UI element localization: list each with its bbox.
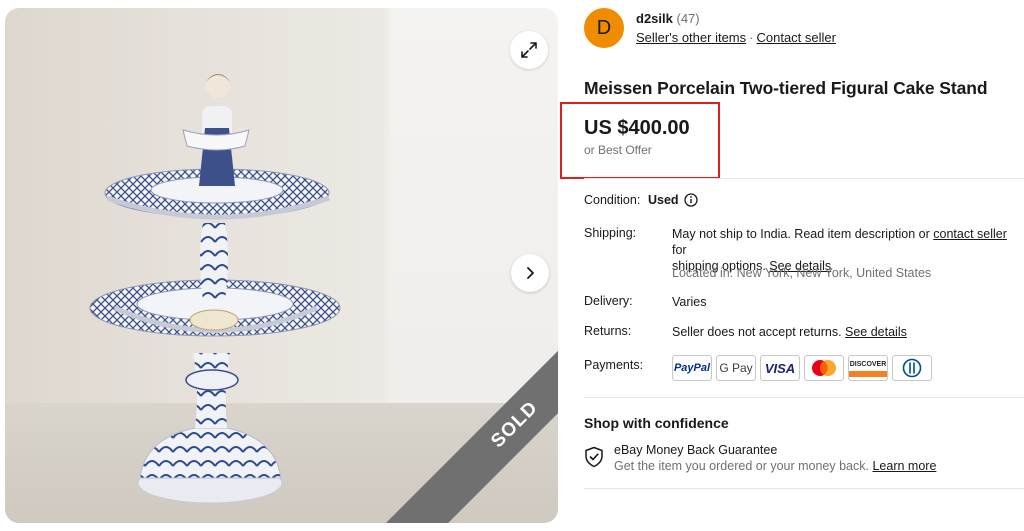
payment-methods: PayPal G Pay VISA DISCOVER bbox=[672, 355, 932, 381]
condition-label: Condition: bbox=[584, 193, 641, 207]
expand-image-button[interactable] bbox=[510, 31, 548, 69]
condition-value: Used bbox=[648, 193, 679, 207]
shield-check-icon bbox=[585, 446, 603, 468]
mastercard-icon bbox=[804, 355, 844, 381]
item-title: Meissen Porcelain Two-tiered Figural Cak… bbox=[584, 78, 988, 98]
product-image-gallery[interactable]: SOLD bbox=[5, 8, 558, 523]
visa-text: VISA bbox=[764, 360, 796, 376]
delivery-value: Varies bbox=[672, 295, 707, 309]
divider bbox=[584, 178, 1024, 179]
shipping-label: Shipping: bbox=[584, 226, 637, 240]
item-location: Located in: New York, New York, United S… bbox=[672, 266, 932, 280]
seller-links: Seller's other items · Contact seller bbox=[636, 30, 836, 45]
item-price: US $400.00 bbox=[584, 117, 690, 139]
contact-seller-link[interactable]: Contact seller bbox=[756, 30, 835, 45]
price-highlight-box bbox=[560, 102, 720, 179]
seller-avatar[interactable]: D bbox=[584, 8, 624, 48]
gpay-text: G Pay bbox=[719, 361, 753, 375]
seller-name-line: d2silk (47) bbox=[636, 11, 700, 26]
shipping-text-for: for bbox=[672, 243, 687, 257]
visa-icon: VISA bbox=[760, 355, 800, 381]
money-back-guarantee-text: Get the item you ordered or your money b… bbox=[614, 459, 936, 473]
returns-see-details-link[interactable]: See details bbox=[845, 325, 907, 339]
sellers-other-items-link[interactable]: Seller's other items bbox=[636, 30, 746, 45]
paypal-icon: PayPal bbox=[672, 355, 712, 381]
diners-club-icon bbox=[892, 355, 932, 381]
next-image-button[interactable] bbox=[511, 254, 549, 292]
shipping-contact-seller-link[interactable]: contact seller bbox=[933, 227, 1007, 241]
guarantee-description: Get the item you ordered or your money b… bbox=[614, 459, 873, 473]
item-details-panel: D d2silk (47) Seller's other items · Conta… bbox=[560, 0, 1024, 531]
info-icon[interactable] bbox=[684, 193, 698, 207]
discover-text: DISCOVER bbox=[849, 360, 887, 368]
learn-more-link[interactable]: Learn more bbox=[872, 459, 936, 473]
discover-icon: DISCOVER bbox=[848, 355, 888, 381]
discover-stripe bbox=[849, 370, 887, 377]
divider bbox=[584, 488, 1024, 489]
shop-with-confidence-title: Shop with confidence bbox=[584, 415, 729, 431]
seller-name[interactable]: d2silk bbox=[636, 11, 673, 26]
paypal-text: PayPal bbox=[673, 362, 711, 374]
best-offer-text: or Best Offer bbox=[584, 143, 652, 157]
delivery-label: Delivery: bbox=[584, 294, 633, 308]
seller-feedback-count[interactable]: (47) bbox=[676, 11, 699, 26]
returns-text: Seller does not accept returns. bbox=[672, 325, 846, 339]
shipping-text: May not ship to India. Read item descrip… bbox=[672, 227, 934, 241]
returns-value: Seller does not accept returns. See deta… bbox=[672, 324, 907, 340]
payments-label: Payments: bbox=[584, 358, 644, 372]
money-back-guarantee-title: eBay Money Back Guarantee bbox=[614, 443, 778, 457]
link-separator: · bbox=[749, 30, 754, 45]
mastercard-logo bbox=[812, 360, 836, 376]
returns-label: Returns: bbox=[584, 324, 632, 338]
chevron-right-icon bbox=[527, 267, 534, 279]
diners-club-logo bbox=[902, 358, 922, 378]
expand-icon bbox=[521, 42, 537, 58]
divider bbox=[584, 397, 1024, 398]
google-pay-icon: G Pay bbox=[716, 355, 756, 381]
